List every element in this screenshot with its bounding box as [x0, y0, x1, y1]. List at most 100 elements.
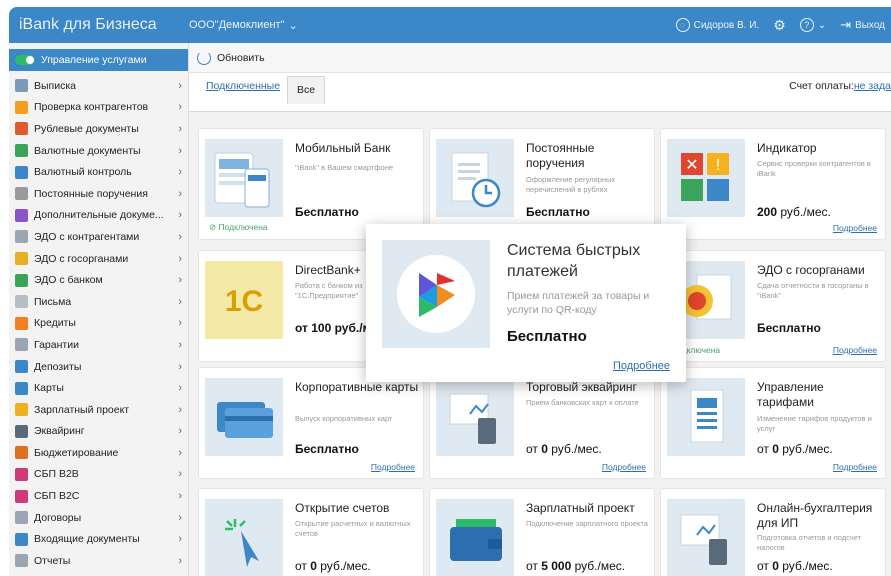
- card-indicator[interactable]: ✕ ! Индикатор Сервис проверки контрагент…: [660, 128, 886, 240]
- sidebar-item[interactable]: Письма ›: [9, 291, 188, 313]
- sidebar-item[interactable]: ЭДО с контрагентами ›: [9, 226, 188, 248]
- sidebar-item-icon: [15, 489, 28, 503]
- sidebar-item-label: Эквайринг: [34, 425, 85, 438]
- sidebar-item-icon: [15, 230, 28, 244]
- card-title: Зарплатный проект: [526, 501, 635, 515]
- logout-button[interactable]: ⇥ Выход: [840, 17, 885, 33]
- connected-status: ⊘ Подключена: [209, 222, 268, 232]
- sidebar-item[interactable]: Валютный контроль ›: [9, 161, 188, 183]
- sidebar-item[interactable]: Выписка ›: [9, 75, 188, 97]
- chevron-right-icon: ›: [178, 79, 182, 92]
- settings-button[interactable]: ⚙: [773, 17, 786, 34]
- sidebar-item-label: Выписка: [34, 79, 77, 92]
- chevron-down-icon: ⌄: [288, 19, 298, 32]
- details-link[interactable]: Подробнее: [833, 345, 877, 355]
- card-title: Индикатор: [757, 141, 817, 155]
- sidebar-item[interactable]: Валютные документы ›: [9, 140, 188, 162]
- sidebar-item-label: СБП B2B: [34, 468, 79, 481]
- sidebar-item[interactable]: Проверка контрагентов ›: [9, 97, 188, 119]
- details-link[interactable]: Подробнее: [833, 223, 877, 233]
- chevron-right-icon: ›: [178, 403, 182, 416]
- card-salary-project[interactable]: Зарплатный проект Подключение зарплатног…: [429, 488, 655, 576]
- payment-account-label: Счет оплаты:: [789, 80, 854, 92]
- popup-desc: Прием платежей за товары и услуги по QR-…: [507, 290, 650, 316]
- card-desc: Подготовка отчетов и подсчет налогов: [757, 533, 862, 552]
- sidebar-item[interactable]: Отчеты ›: [9, 550, 188, 572]
- sidebar: Управление услугами Выписка › Проверка кон…: [9, 43, 189, 576]
- sidebar-item[interactable]: Зарплатный проект ›: [9, 399, 188, 421]
- sidebar-item[interactable]: Кредиты ›: [9, 313, 188, 335]
- user-name: Сидоров В. И.: [693, 19, 760, 31]
- sbp-card-popup[interactable]: Система быстрых платежей Прием платежей …: [366, 224, 686, 382]
- svg-text:!: !: [716, 157, 720, 174]
- card-price: Бесплатно: [757, 321, 821, 335]
- tab-connected[interactable]: Подключенные: [206, 80, 280, 92]
- card-corporate-cards[interactable]: Корпоративные карты Выпуск корпоративных…: [198, 367, 424, 479]
- chevron-right-icon: ›: [178, 382, 182, 395]
- sidebar-item-icon: [15, 554, 28, 568]
- details-link[interactable]: Подробнее: [602, 462, 646, 472]
- org-selector[interactable]: ООО"Демоклиент" ⌄: [189, 19, 298, 32]
- sidebar-item[interactable]: Карты ›: [9, 377, 188, 399]
- sidebar-item[interactable]: Эквайринг ›: [9, 421, 188, 443]
- sidebar-item-icon: [15, 144, 28, 158]
- details-link[interactable]: Подробнее: [371, 462, 415, 472]
- sidebar-item-label: Рублевые документы: [34, 122, 139, 135]
- sidebar-item[interactable]: Входящие документы ›: [9, 528, 188, 550]
- org-name: ООО"Демоклиент": [189, 19, 285, 31]
- card-price: Бесплатно: [526, 205, 590, 219]
- clock-document-icon: [436, 139, 514, 217]
- card-desc: Открытие расчетных и валютных счетов: [295, 519, 411, 538]
- sidebar-item-services[interactable]: Управление услугами: [9, 49, 188, 71]
- chevron-right-icon: ›: [178, 166, 182, 179]
- sidebar-item-label: СБП B2C: [34, 490, 80, 503]
- sidebar-item-icon: [15, 424, 28, 438]
- sbp-logo-icon: [382, 240, 490, 348]
- sidebar-item[interactable]: Гарантии ›: [9, 334, 188, 356]
- sidebar-item-label: ЭДО с госорганами: [34, 252, 129, 265]
- card-desc: Изменение тарифов продуктов и услуг: [757, 414, 872, 433]
- card-tariffs[interactable]: Управление тарифами Изменение тарифов пр…: [660, 367, 886, 479]
- user-menu[interactable]: ◌ Сидоров В. И.: [675, 18, 760, 32]
- card-title: ЭДО с госорганами: [757, 263, 865, 277]
- refresh-icon: [197, 50, 211, 65]
- card-title: Торговый эквайринг: [526, 380, 637, 394]
- sidebar-item[interactable]: СБП B2B ›: [9, 464, 188, 486]
- popup-price: Бесплатно: [507, 328, 587, 345]
- chevron-right-icon: ›: [178, 468, 182, 481]
- card-price: от 0 руб./мес.: [526, 442, 602, 456]
- card-online-accounting[interactable]: Онлайн-бухгалтерия для ИП Подготовка отч…: [660, 488, 886, 576]
- sidebar-item[interactable]: Депозиты ›: [9, 356, 188, 378]
- card-acquiring[interactable]: Торговый эквайринг Прием банковских карт…: [429, 367, 655, 479]
- sidebar-item-icon: [15, 165, 28, 179]
- sidebar-item-icon: [15, 511, 28, 525]
- card-edo-gov[interactable]: ЭДО с госорганами Сдача отчетности в гос…: [660, 250, 886, 362]
- card-price: 200 руб./мес.: [757, 205, 831, 219]
- sidebar-item[interactable]: Договоры ›: [9, 507, 188, 529]
- sidebar-item-icon: [15, 208, 28, 222]
- card-title: Открытие счетов: [295, 501, 390, 515]
- terminal-icon: [436, 378, 514, 456]
- help-button[interactable]: ? ⌄: [799, 18, 826, 32]
- details-link[interactable]: Подробнее: [613, 360, 670, 372]
- sidebar-item-label: Валютные документы: [34, 144, 141, 157]
- sidebar-item[interactable]: ЭДО с банком ›: [9, 269, 188, 291]
- chevron-right-icon: ›: [178, 187, 182, 200]
- payment-account-link[interactable]: не зада: [854, 80, 891, 92]
- details-link[interactable]: Подробнее: [833, 462, 877, 472]
- chevron-right-icon: ›: [178, 230, 182, 243]
- sidebar-item-label: Бюджетирование: [34, 446, 119, 459]
- sidebar-item-icon: [15, 273, 28, 287]
- card-title: Онлайн-бухгалтерия для ИП: [757, 501, 873, 530]
- card-open-accounts[interactable]: Открытие счетов Открытие расчетных и вал…: [198, 488, 424, 576]
- sidebar-item[interactable]: ЭДО с госорганами ›: [9, 248, 188, 270]
- sidebar-item[interactable]: Дополнительные докуме... ›: [9, 205, 188, 227]
- sidebar-item[interactable]: Постоянные поручения ›: [9, 183, 188, 205]
- sidebar-item-icon: [15, 338, 28, 352]
- chevron-right-icon: ›: [178, 338, 182, 351]
- sidebar-item[interactable]: Рублевые документы ›: [9, 118, 188, 140]
- sidebar-item[interactable]: Бюджетирование ›: [9, 442, 188, 464]
- tab-all[interactable]: Все: [287, 76, 325, 104]
- refresh-button[interactable]: Обновить: [197, 50, 265, 65]
- sidebar-item[interactable]: СБП B2C ›: [9, 485, 188, 507]
